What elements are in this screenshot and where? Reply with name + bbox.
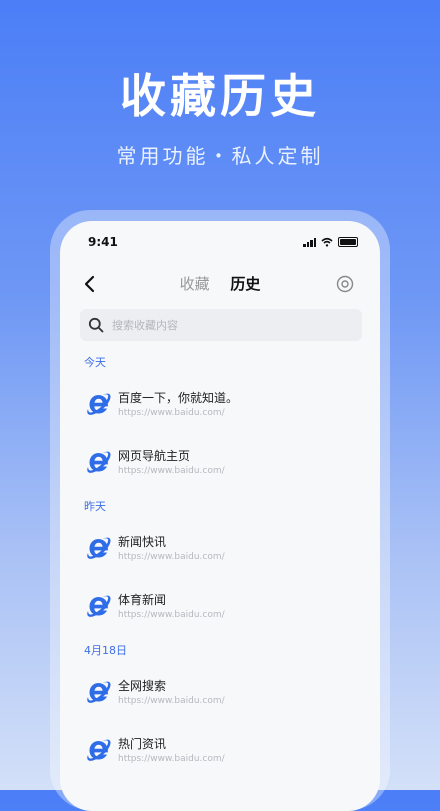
date-group-label: 今天: [84, 356, 106, 369]
search-bar[interactable]: [80, 309, 362, 341]
search-icon: [88, 317, 104, 333]
status-bar: 9:41: [88, 235, 358, 251]
history-item[interactable]: 体育新闻 https://www.baidu.com/: [60, 579, 380, 637]
history-item-title: 热门资讯: [118, 737, 167, 751]
history-item[interactable]: 全网搜索 https://www.baidu.com/: [60, 665, 380, 723]
ie-browser-icon: [87, 595, 111, 617]
history-item[interactable]: 热门资讯 https://www.baidu.com/: [60, 723, 380, 781]
history-item-title: 网页导航主页: [118, 449, 191, 463]
wifi-icon: [321, 237, 333, 247]
tab-bar: 收藏 历史: [60, 273, 380, 294]
history-item-url: https://www.baidu.com/: [118, 408, 225, 418]
history-item-url: https://www.baidu.com/: [118, 610, 225, 620]
signal-icon: [303, 237, 316, 247]
history-item-url: https://www.baidu.com/: [118, 552, 225, 562]
status-time: 9:41: [88, 235, 118, 249]
ie-browser-icon: [87, 537, 111, 559]
status-icons: [303, 237, 358, 247]
search-input[interactable]: [110, 317, 344, 333]
date-group-label: 昨天: [84, 500, 106, 513]
history-item-title: 体育新闻: [118, 593, 167, 607]
hero-title: 收藏历史: [120, 69, 320, 123]
history-item-title: 全网搜索: [118, 679, 167, 693]
history-item-url: https://www.baidu.com/: [118, 466, 225, 476]
hero-subtitle: 常用功能・私人定制: [116, 144, 324, 168]
navbar: 收藏 历史: [60, 269, 380, 299]
history-item[interactable]: 新闻快讯 https://www.baidu.com/: [60, 521, 380, 579]
ie-browser-icon: [87, 681, 111, 703]
ie-browser-icon: [87, 451, 111, 473]
battery-icon: [338, 237, 358, 247]
settings-icon[interactable]: [336, 275, 354, 293]
history-item-url: https://www.baidu.com/: [118, 696, 225, 706]
history-item-title: 新闻快讯: [118, 535, 167, 549]
ie-browser-icon: [87, 393, 111, 415]
history-item-url: https://www.baidu.com/: [118, 754, 225, 764]
history-list: 今天 百度一下，你就知道。 https://www.baidu.com/ 网页导…: [60, 349, 380, 781]
phone-screen: 9:41 收藏 历史 搜索收藏内容 今天 百度一下，你就知道。 https://…: [60, 221, 380, 811]
date-group-label: 4月18日: [84, 644, 127, 657]
tab-favorites[interactable]: 收藏: [180, 273, 210, 294]
history-item[interactable]: 百度一下，你就知道。 https://www.baidu.com/: [60, 377, 380, 435]
tab-history[interactable]: 历史: [230, 273, 260, 294]
history-item[interactable]: 网页导航主页 https://www.baidu.com/: [60, 435, 380, 493]
ie-browser-icon: [87, 739, 111, 761]
history-item-title: 百度一下，你就知道。: [118, 391, 239, 405]
